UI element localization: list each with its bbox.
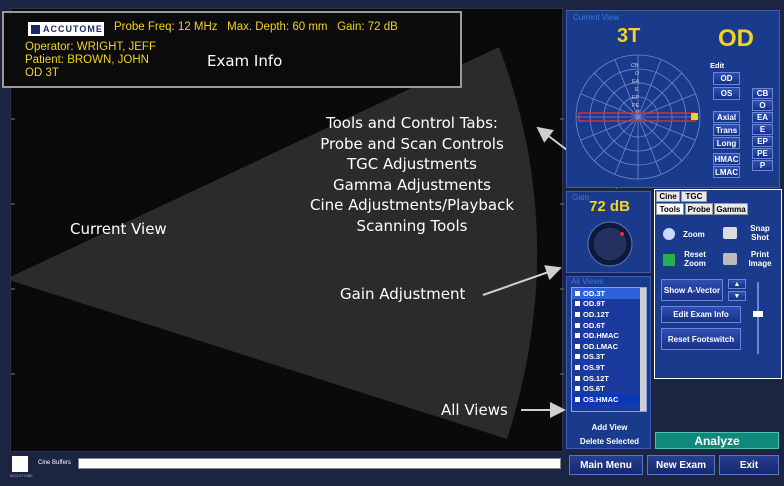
patient-info: Operator: WRIGHT, JEFF Patient: BROWN, J… xyxy=(25,41,156,80)
axial-button[interactable]: Axial xyxy=(713,111,740,123)
reset-zoom-icon xyxy=(663,254,675,266)
all-views-panel: All Views OD.3T OD.9T OD.12T OD.6T OD.HM… xyxy=(566,276,651,449)
list-item[interactable]: OD.LMAC xyxy=(572,341,646,352)
lmac-button[interactable]: LMAC xyxy=(713,166,740,178)
os-button[interactable]: OS xyxy=(713,87,740,100)
polar-label: O xyxy=(635,71,640,77)
down-arrow-button[interactable]: ▼ xyxy=(728,291,746,301)
current-eye-label: OD xyxy=(718,25,754,52)
new-exam-button[interactable]: New Exam xyxy=(647,455,715,475)
trans-button[interactable]: Trans xyxy=(713,124,740,136)
logo-mark-icon xyxy=(31,24,40,34)
accutome-small-logo-text: ACCUTOME xyxy=(10,473,33,478)
exam-info-box[interactable]: ACCUTOME Probe Freq: 12 MHz Max. Depth: … xyxy=(2,11,462,88)
current-view-panel: Current View 3T OD CB O EA E EP PE P Edi… xyxy=(566,10,780,188)
list-item[interactable]: OD.6T xyxy=(572,320,646,331)
ea-button[interactable]: EA xyxy=(752,112,773,123)
probe-info-line: Probe Freq: 12 MHz Max. Depth: 60 mm Gai… xyxy=(114,21,398,33)
tools-tab-panel: Cine TGC Tools Probe Gamma Zoom Snap Sho… xyxy=(654,189,782,379)
list-item[interactable]: OS.6T xyxy=(572,383,646,394)
list-item[interactable]: OD.9T xyxy=(572,299,646,310)
p-button[interactable]: P xyxy=(752,160,773,171)
views-list[interactable]: OD.3T OD.9T OD.12T OD.6T OD.HMAC OD.LMAC… xyxy=(571,287,647,412)
reset-zoom-button[interactable]: Reset Zoom xyxy=(681,250,709,268)
tools-grid: Zoom Snap Shot Reset Zoom Print Image xyxy=(661,222,775,272)
edit-label: Edit xyxy=(710,61,725,70)
operator-name: Operator: WRIGHT, JEFF xyxy=(25,41,156,53)
tab-tools[interactable]: Tools xyxy=(656,203,684,215)
accutome-small-logo xyxy=(12,456,28,472)
annotation-exam-info: Exam Info xyxy=(207,52,283,70)
list-item[interactable]: OS.HMAC xyxy=(572,393,646,405)
delete-selected-button[interactable]: Delete Selected xyxy=(573,435,646,447)
tab-tgc[interactable]: TGC xyxy=(681,191,707,202)
tab-probe[interactable]: Probe xyxy=(685,203,713,215)
list-item[interactable]: OD.HMAC xyxy=(572,330,646,341)
ep-button[interactable]: EP xyxy=(752,136,773,147)
camera-icon xyxy=(723,227,737,239)
polar-label: PE xyxy=(632,103,640,109)
list-item[interactable]: OS.12T xyxy=(572,373,646,384)
list-item[interactable]: OD.3T xyxy=(572,288,646,299)
add-view-button[interactable]: Add View xyxy=(573,421,646,433)
long-button[interactable]: Long xyxy=(713,137,740,149)
polar-label: EP xyxy=(632,95,640,101)
accutome-logo: ACCUTOME xyxy=(28,22,104,36)
hmac-button[interactable]: HMAC xyxy=(713,153,740,165)
zoom-icon xyxy=(663,228,675,240)
vector-slider-track[interactable] xyxy=(757,282,759,354)
od-button[interactable]: OD xyxy=(713,72,740,85)
eye-view: OD 3T xyxy=(25,67,59,79)
snap-shot-button[interactable]: Snap Shot xyxy=(745,224,775,242)
analyze-button[interactable]: Analyze xyxy=(655,432,779,449)
polar-label: E xyxy=(635,87,639,93)
reset-footswitch-button[interactable]: Reset Footswitch xyxy=(661,328,741,350)
probe-freq: Probe Freq: 12 MHz xyxy=(114,21,218,33)
annotation-tools: Tools and Control Tabs: Probe and Scan C… xyxy=(309,114,515,235)
print-image-button[interactable]: Print Image xyxy=(745,250,775,268)
gain-value: 72 dB xyxy=(589,198,630,215)
cine-buffer-bar[interactable] xyxy=(78,458,561,469)
annotation-gain-adjustment: Gain Adjustment xyxy=(340,285,466,303)
current-view-title: Current View xyxy=(573,13,620,22)
current-view-label: 3T xyxy=(617,25,641,47)
tab-gamma[interactable]: Gamma xyxy=(714,203,748,215)
gain-knob[interactable] xyxy=(585,219,635,269)
cb-button[interactable]: CB xyxy=(752,88,773,99)
printer-icon xyxy=(723,253,737,265)
annotation-current-view: Current View xyxy=(70,220,167,238)
cine-buffers-label: Cine Buffers xyxy=(38,460,71,466)
up-arrow-button[interactable]: ▲ xyxy=(728,279,746,289)
o-button[interactable]: O xyxy=(752,100,773,111)
probe-position-marker[interactable] xyxy=(691,113,698,120)
bottom-bar: ACCUTOME Cine Buffers Main Menu New Exam… xyxy=(0,452,784,486)
gain-readout: Gain: 72 dB xyxy=(337,21,398,33)
list-item[interactable]: OD.12T xyxy=(572,309,646,320)
polar-label: EA xyxy=(632,79,640,85)
show-a-vector-button[interactable]: Show A-Vector xyxy=(661,279,723,301)
vector-slider-thumb[interactable] xyxy=(753,311,763,317)
e-button[interactable]: E xyxy=(752,124,773,135)
zoom-button[interactable]: Zoom xyxy=(683,230,705,239)
list-item[interactable]: OS.3T xyxy=(572,352,646,363)
main-menu-button[interactable]: Main Menu xyxy=(569,455,643,475)
exit-button[interactable]: Exit xyxy=(719,455,779,475)
pe-button[interactable]: PE xyxy=(752,148,773,159)
tab-cine[interactable]: Cine xyxy=(656,191,680,202)
list-item[interactable]: OS.9T xyxy=(572,362,646,373)
patient-name: Patient: BROWN, JOHN xyxy=(25,54,149,66)
list-scrollbar[interactable] xyxy=(640,288,646,411)
polar-eye-chart[interactable]: CB O EA E EP PE P xyxy=(573,47,703,183)
gain-panel: Gain 72 dB xyxy=(566,191,651,273)
polar-label: CB xyxy=(631,63,639,69)
max-depth: Max. Depth: 60 mm xyxy=(227,21,328,33)
all-views-title: All Views xyxy=(571,277,604,286)
edit-exam-info-button[interactable]: Edit Exam Info xyxy=(661,306,741,323)
annotation-all-views: All Views xyxy=(441,401,508,419)
